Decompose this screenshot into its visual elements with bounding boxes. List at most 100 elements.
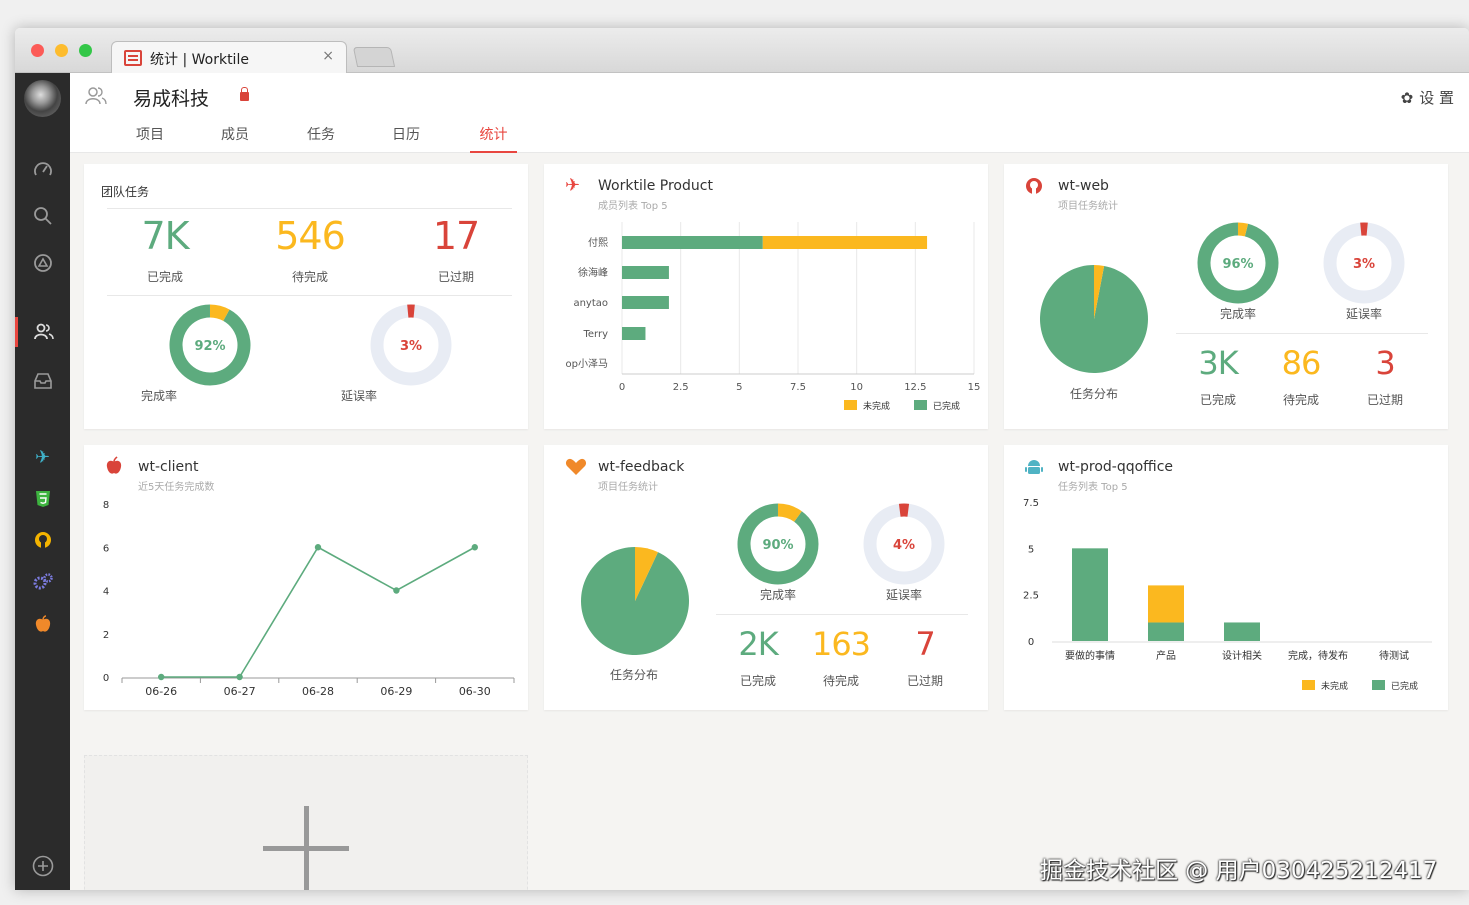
overdue-count: 3 xyxy=(1375,344,1395,382)
card-title: wt-feedback xyxy=(598,459,685,475)
data-point xyxy=(314,544,322,551)
inbox-icon[interactable] xyxy=(15,366,70,396)
bar xyxy=(1224,622,1260,641)
github-project-icon[interactable] xyxy=(15,526,70,556)
card-subtitle: 项目任务统计 xyxy=(1058,201,1118,212)
completion-rate: 90% xyxy=(762,538,793,553)
completion-label: 完成率 xyxy=(1219,307,1256,321)
avatar[interactable] xyxy=(24,80,61,117)
y-category-label: op小泽马 xyxy=(566,358,608,370)
team-name: 易成科技 xyxy=(133,88,210,110)
x-tick-label: 06-27 xyxy=(224,685,256,698)
tab-close-icon[interactable]: × xyxy=(322,48,334,64)
y-tick-label: 8 xyxy=(103,500,109,511)
y-tick-label: 4 xyxy=(103,587,109,598)
card-title: wt-web xyxy=(1058,178,1109,194)
completion-ring: 92% xyxy=(169,304,251,386)
y-tick-label: 2.5 xyxy=(1023,591,1039,602)
daily-completion-line-chart: 0 2 4 6 8 06-26 06-27 06-28 06-29 06-30 xyxy=(103,500,515,698)
card-subtitle: 项目任务统计 xyxy=(598,482,658,493)
x-tick-label: 15 xyxy=(968,382,981,393)
bar xyxy=(1148,622,1184,641)
ring-remaining-arc xyxy=(1237,222,1249,237)
tab-projects[interactable]: 项目 xyxy=(136,124,164,153)
main-content: 易成科技 ✿ 设 置 项目 成员 任务 日历 统计 团队任务 7K 已完成 546… xyxy=(70,73,1469,890)
new-tab-button[interactable] xyxy=(352,47,396,67)
delay-ring: 3% xyxy=(370,304,452,386)
legend-label: 未完成 xyxy=(1321,680,1348,692)
delay-ring: 4% xyxy=(863,503,945,585)
bar xyxy=(1072,548,1108,641)
apple-icon xyxy=(106,456,122,474)
bar xyxy=(762,236,928,249)
settings-button[interactable]: ✿ 设 置 xyxy=(1401,87,1454,108)
x-tick-label: 10 xyxy=(850,382,863,393)
ring-remaining-arc xyxy=(777,503,802,522)
tab-tasks[interactable]: 任务 xyxy=(307,124,335,153)
browser-tab[interactable]: 统计 | Worktile × xyxy=(111,41,347,74)
wt-web-card: wt-web 项目任务统计 任务分布 96% 完成率 3% 延误率 3K 已完成… xyxy=(1004,164,1448,429)
data-point xyxy=(471,544,478,551)
completion-label: 完成率 xyxy=(759,588,796,602)
overdue-count: 17 xyxy=(432,214,480,258)
dashboard-icon[interactable] xyxy=(15,155,70,185)
data-point xyxy=(236,673,243,681)
card-title: wt-prod-qqoffice xyxy=(1058,459,1174,475)
android-icon xyxy=(1025,460,1043,474)
member-top5-bar-chart: 0 2.5 5 7.5 10 12.5 15 付熙徐海峰 anytao Terry op小泽马未完成… xyxy=(566,222,981,412)
html5-project-icon[interactable] xyxy=(15,485,70,515)
bar xyxy=(622,327,646,340)
sidebar: ✈ xyxy=(15,73,70,890)
bar xyxy=(1148,585,1184,623)
completion-label: 完成率 xyxy=(140,389,177,403)
delay-ring: 3% xyxy=(1323,222,1405,304)
heart-icon xyxy=(565,458,587,475)
legend-swatch xyxy=(914,400,927,410)
search-icon[interactable] xyxy=(15,201,70,231)
gears-project-icon[interactable] xyxy=(15,568,70,598)
apple-project-icon[interactable] xyxy=(15,610,70,640)
card-title: 团队任务 xyxy=(101,185,150,199)
watermark: 掘金技术社区 @ 用户030425212417 xyxy=(1040,858,1438,884)
pie-label: 任务分布 xyxy=(1069,387,1118,401)
at-icon[interactable] xyxy=(15,248,70,278)
y-tick-label: 7.5 xyxy=(1023,498,1039,509)
title-bar: 统计 | Worktile × xyxy=(15,28,1469,74)
x-tick-label: 0 xyxy=(619,382,625,393)
ring-remaining-arc xyxy=(209,304,230,322)
team-members-icon xyxy=(85,87,107,105)
done-count: 7K xyxy=(141,214,189,258)
overdue-label: 已过期 xyxy=(906,674,943,688)
tab-title: 统计 | Worktile xyxy=(150,52,249,68)
x-tick-label: 2.5 xyxy=(673,382,689,393)
plane-project-icon[interactable]: ✈ xyxy=(15,443,70,473)
tab-members[interactable]: 成员 xyxy=(221,124,249,153)
settings-label: 设 置 xyxy=(1419,89,1454,107)
x-tick-label: 7.5 xyxy=(790,382,806,393)
maximize-window-button[interactable] xyxy=(79,44,92,57)
x-category-label: 要做的事情 xyxy=(1065,649,1115,662)
x-category-label: 设计相关 xyxy=(1222,649,1262,662)
minimize-window-button[interactable] xyxy=(55,44,68,57)
legend-swatch xyxy=(844,400,857,410)
close-window-button[interactable] xyxy=(31,44,44,57)
bar xyxy=(622,236,763,249)
team-header: 易成科技 ✿ 设 置 项目 成员 任务 日历 统计 xyxy=(70,73,1469,153)
tab-calendar[interactable]: 日历 xyxy=(392,124,420,153)
delay-rate: 3% xyxy=(1353,257,1375,272)
x-tick-label: 06-26 xyxy=(145,685,177,698)
delay-rate: 3% xyxy=(400,339,422,354)
add-project-icon[interactable] xyxy=(15,850,70,880)
members-icon[interactable] xyxy=(15,317,70,347)
plane-icon: ✈ xyxy=(565,175,581,196)
bar xyxy=(622,266,669,279)
tab-statistics[interactable]: 统计 xyxy=(470,124,517,153)
x-tick-label: 06-28 xyxy=(302,685,334,698)
x-category-label: 待测试 xyxy=(1379,649,1409,662)
task-distribution-pie xyxy=(581,547,689,655)
overdue-count: 7 xyxy=(915,625,935,663)
y-tick-label: 5 xyxy=(1028,544,1034,555)
x-tick-label: 06-29 xyxy=(380,685,412,698)
completion-ring: 96% xyxy=(1197,222,1279,304)
add-widget-card[interactable] xyxy=(84,755,528,890)
